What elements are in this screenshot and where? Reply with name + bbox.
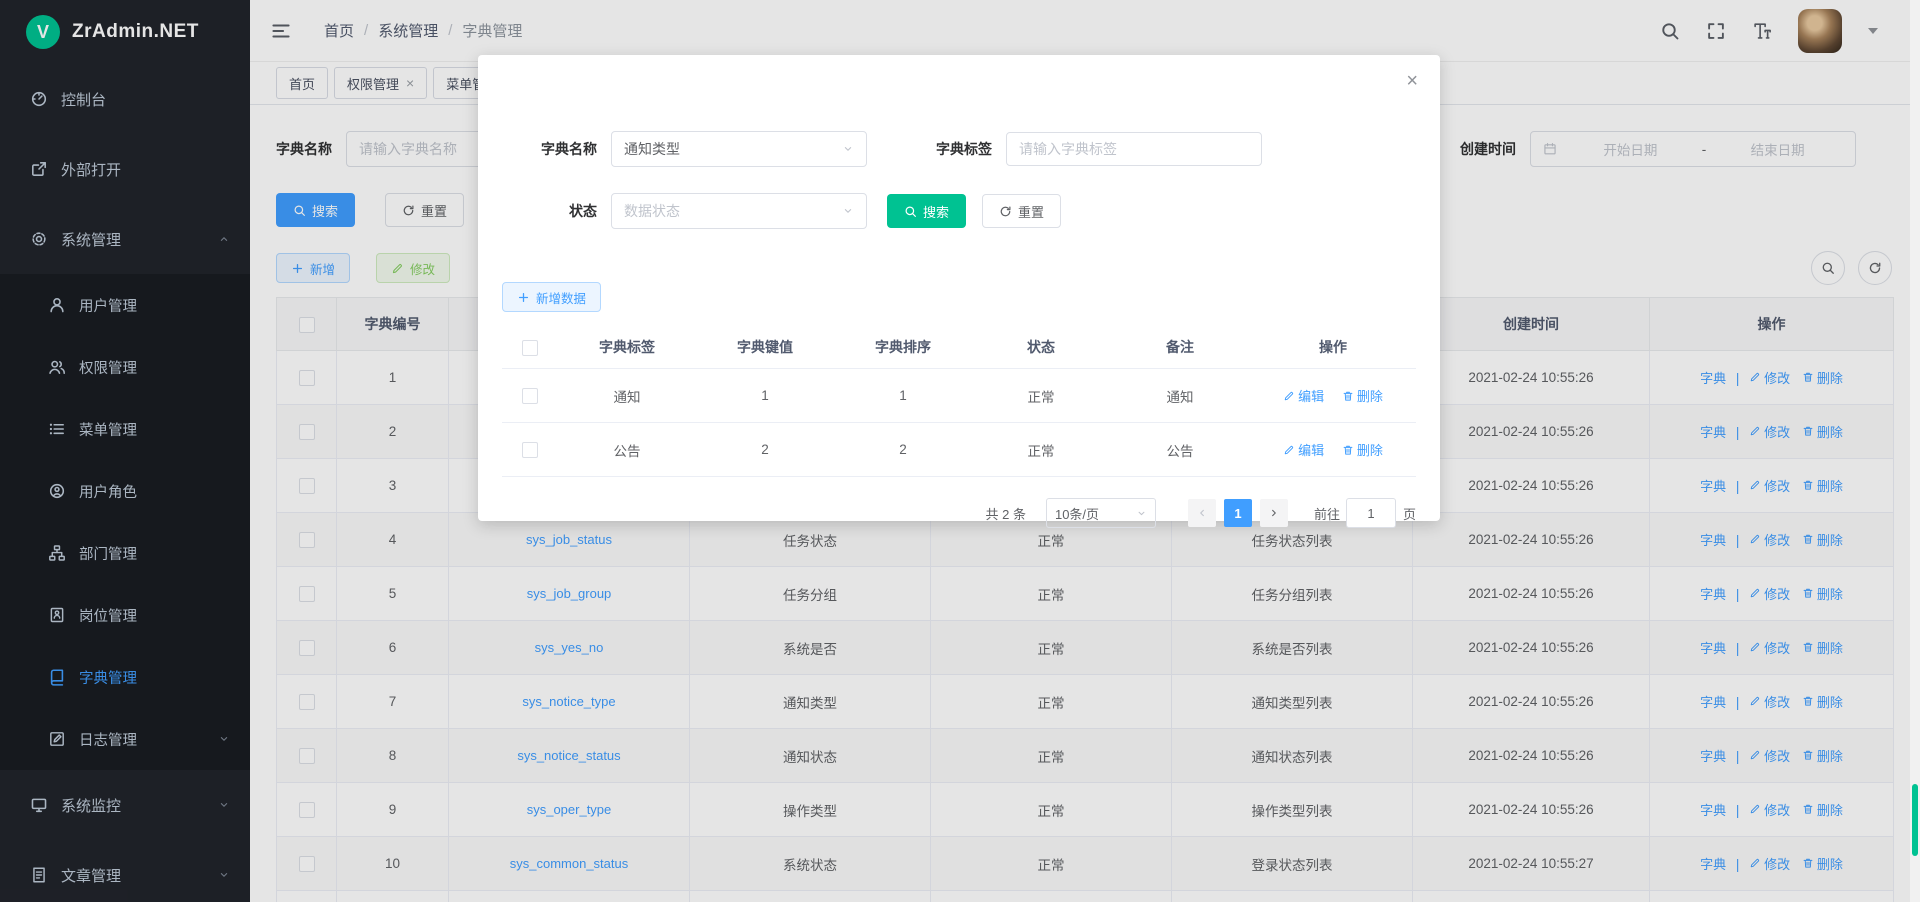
edit-link[interactable]: 编辑 [1283, 386, 1324, 405]
cell-status: 正常 [972, 369, 1110, 423]
app-window: V ZrAdmin.NET 控制台 外部打开 系统管理 [0, 0, 1920, 902]
cell-dict-sort: 1 [834, 369, 972, 423]
select-all-checkbox[interactable] [522, 340, 538, 356]
page-size-select[interactable]: 10条/页 [1046, 498, 1156, 528]
dict-name-label: 字典名称 [502, 139, 597, 159]
refresh-icon [999, 205, 1012, 218]
search-icon [904, 205, 917, 218]
close-icon[interactable]: × [1406, 71, 1418, 91]
cell-dict-sort: 2 [834, 423, 972, 477]
table-row: 公告 2 2 正常 公告 编辑 删除 [502, 423, 1416, 477]
dialog-reset-button[interactable]: 重置 [982, 194, 1061, 228]
col-status: 状态 [972, 326, 1110, 369]
col-dict-label: 字典标签 [558, 326, 696, 369]
dict-label-input[interactable] [1006, 132, 1262, 166]
col-dict-sort: 字典排序 [834, 326, 972, 369]
plus-icon [517, 291, 530, 304]
scrollbar-thumb[interactable] [1912, 784, 1918, 856]
chevron-right-icon [1268, 507, 1280, 519]
col-dict-value: 字典键值 [696, 326, 834, 369]
status-select[interactable]: 数据状态 [611, 193, 867, 229]
pagination-total: 共 2 条 [986, 504, 1026, 523]
row-checkbox[interactable] [522, 388, 538, 404]
status-label: 状态 [502, 201, 597, 221]
row-checkbox[interactable] [522, 442, 538, 458]
edit-link[interactable]: 编辑 [1283, 440, 1324, 459]
delete-link[interactable]: 删除 [1342, 386, 1383, 405]
goto-label: 前往 [1314, 504, 1340, 523]
dict-name-select[interactable]: 通知类型 [611, 131, 867, 167]
dialog-filter-form: 字典名称 通知类型 字典标签 状态 数据状态 搜索 重置 [502, 55, 1416, 229]
chevron-down-icon [842, 205, 854, 217]
cell-remark: 通知 [1110, 369, 1250, 423]
next-page-button[interactable] [1260, 499, 1288, 527]
edit-icon [1283, 444, 1295, 456]
chevron-down-icon [842, 143, 854, 155]
cell-ops: 编辑 删除 [1250, 369, 1416, 423]
pagination: 共 2 条 10条/页 1 前往 页 [502, 498, 1416, 528]
cell-dict-label: 通知 [558, 369, 696, 423]
chevron-down-icon [1136, 508, 1147, 519]
trash-icon [1342, 444, 1354, 456]
table-header-row: 字典标签 字典键值 字典排序 状态 备注 操作 [502, 326, 1416, 369]
cell-status: 正常 [972, 423, 1110, 477]
prev-page-button[interactable] [1188, 499, 1216, 527]
table-row: 通知 1 1 正常 通知 编辑 删除 [502, 369, 1416, 423]
page-number-button[interactable]: 1 [1224, 499, 1252, 527]
dialog-search-button[interactable]: 搜索 [887, 194, 966, 228]
goto-page-input[interactable] [1346, 498, 1396, 528]
cell-dict-label: 公告 [558, 423, 696, 477]
cell-dict-value: 2 [696, 423, 834, 477]
trash-icon [1342, 390, 1354, 402]
cell-dict-value: 1 [696, 369, 834, 423]
page-unit-label: 页 [1403, 504, 1416, 523]
dict-data-table: 字典标签 字典键值 字典排序 状态 备注 操作 通知 1 1 正常 [502, 326, 1416, 477]
edit-icon [1283, 390, 1295, 402]
add-dict-data-button[interactable]: 新增数据 [502, 282, 601, 312]
vertical-scrollbar [1910, 0, 1920, 902]
col-remark: 备注 [1110, 326, 1250, 369]
col-ops: 操作 [1250, 326, 1416, 369]
cell-remark: 公告 [1110, 423, 1250, 477]
delete-link[interactable]: 删除 [1342, 440, 1383, 459]
cell-ops: 编辑 删除 [1250, 423, 1416, 477]
dict-label-label: 字典标签 [897, 139, 992, 159]
chevron-left-icon [1196, 507, 1208, 519]
dict-data-dialog: × 字典名称 通知类型 字典标签 状态 数据状态 搜索 [478, 55, 1440, 521]
